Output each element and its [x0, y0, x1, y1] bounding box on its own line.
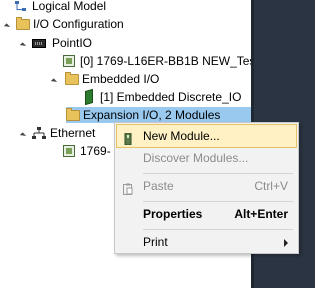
ethernet-network-icon — [32, 127, 46, 140]
tree-label: Ethernet — [50, 126, 96, 140]
tree-item-ethernet-child[interactable]: 1769- — [63, 142, 111, 160]
menu-separator — [143, 201, 293, 202]
discrete-io-module-icon — [85, 88, 93, 106]
tree-label: [0] 1769-L16ER-BB1B NEW_Test_ — [80, 54, 251, 68]
menu-item-properties[interactable]: Properties Alt+Enter — [117, 203, 296, 225]
menu-separator — [143, 173, 293, 174]
controller-module-icon — [63, 145, 75, 157]
menu-label: Print — [143, 235, 168, 249]
paste-icon — [123, 180, 133, 195]
menu-item-paste[interactable]: Paste Ctrl+V — [117, 175, 296, 197]
menu-label: New Module... — [143, 129, 220, 143]
tree-label: I/O Configuration — [33, 17, 124, 31]
tree-item-io-configuration[interactable]: I/O Configuration — [16, 15, 124, 33]
tree-item-logical-model[interactable]: Logical Model — [14, 0, 106, 15]
folder-icon — [65, 72, 79, 85]
menu-item-print[interactable]: Print — [117, 231, 296, 253]
new-module-icon — [123, 130, 133, 146]
collapse-arrow-icon[interactable] — [3, 23, 11, 30]
tree-label: Logical Model — [32, 0, 107, 13]
chassis-icon — [32, 39, 46, 48]
collapse-arrow-icon[interactable] — [19, 42, 27, 49]
tree-label: Embedded I/O — [82, 72, 160, 86]
tree-label: [1] Embedded Discrete_IO — [100, 90, 242, 104]
tree-item-controller[interactable]: [0] 1769-L16ER-BB1B NEW_Test_ — [63, 52, 251, 70]
tree-item-embedded-discrete[interactable]: [1] Embedded Discrete_IO — [82, 88, 241, 106]
logical-model-icon — [14, 0, 28, 13]
collapse-arrow-icon[interactable] — [50, 78, 58, 85]
folder-icon — [16, 17, 30, 30]
controller-module-icon — [63, 55, 75, 67]
context-menu: New Module... Discover Modules... Paste … — [114, 122, 299, 254]
menu-label: Discover Modules... — [143, 151, 249, 165]
tree-label: PointIO — [52, 36, 93, 50]
submenu-arrow-icon — [284, 239, 288, 247]
menu-item-discover-modules[interactable]: Discover Modules... — [117, 147, 296, 169]
collapse-arrow-icon[interactable] — [19, 132, 27, 139]
menu-item-new-module[interactable]: New Module... — [116, 124, 297, 148]
menu-label: Paste — [143, 179, 174, 193]
menu-separator — [143, 229, 293, 230]
tree-item-ethernet[interactable]: Ethernet — [30, 124, 95, 142]
tree-item-embedded-io[interactable]: Embedded I/O — [63, 70, 159, 88]
folder-icon — [66, 108, 80, 121]
menu-shortcut: Alt+Enter — [234, 207, 288, 221]
menu-label: Properties — [143, 207, 203, 221]
menu-shortcut: Ctrl+V — [254, 179, 288, 193]
tree-item-pointio[interactable]: PointIO — [30, 34, 92, 52]
tree-label: 1769- — [80, 144, 111, 158]
